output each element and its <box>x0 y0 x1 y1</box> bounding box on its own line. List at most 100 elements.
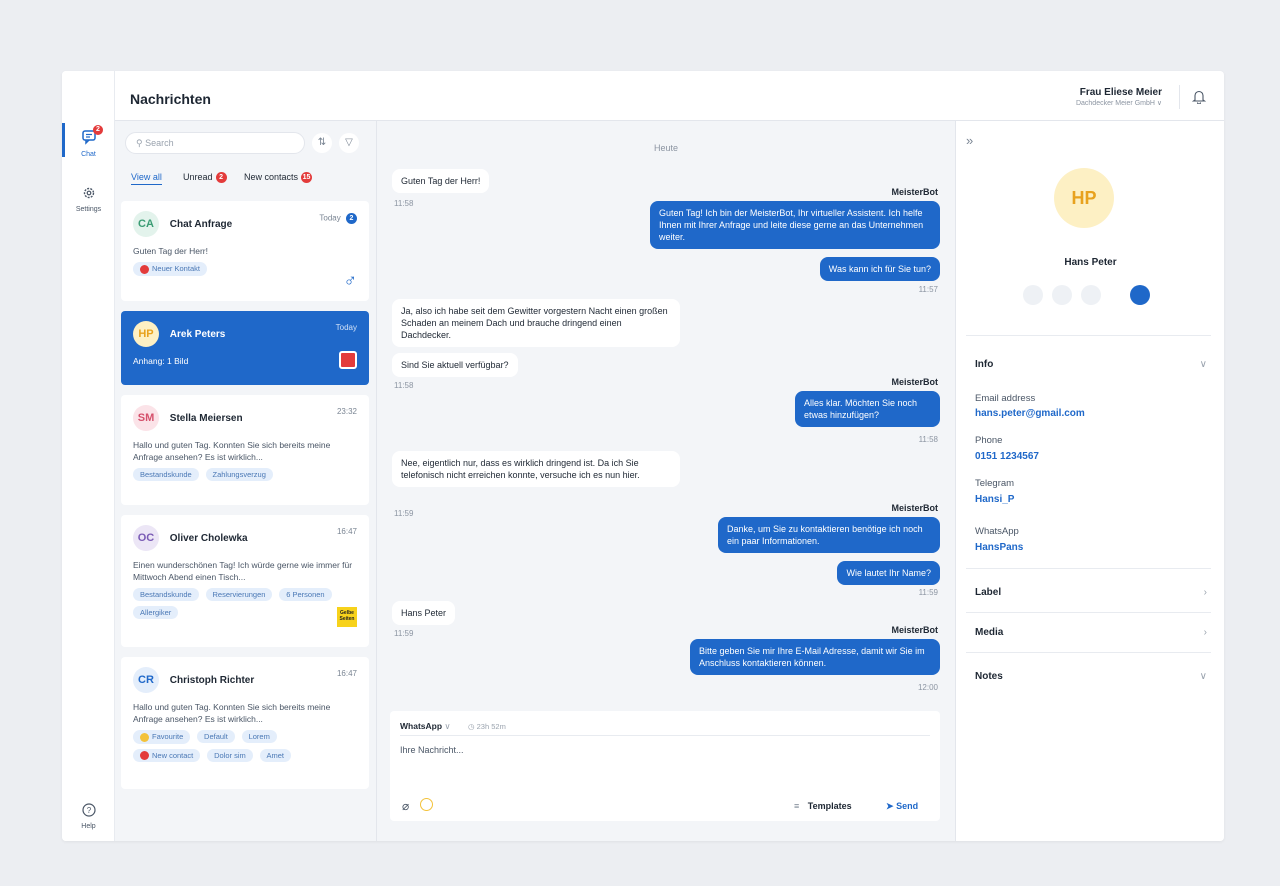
message-time: 11:59 <box>918 588 938 597</box>
contact-panel: » HP Hans Peter Info ∨ Email address hans… <box>955 121 1224 841</box>
page-title: Nachrichten <box>130 91 211 107</box>
attachment-image-icon <box>339 351 357 369</box>
chip: Bestandskunde <box>133 588 199 601</box>
outgoing-message: Bitte geben Sie mir Ihre E-Mail Adresse,… <box>690 639 940 675</box>
svg-text:?: ? <box>86 806 91 815</box>
chip: Zahlungsverzug <box>205 468 273 481</box>
tab-new-contacts-label: New contacts <box>244 172 299 182</box>
chevron-down-icon: ∨ <box>1156 100 1162 107</box>
chat-unread-badge: 2 <box>93 125 103 135</box>
user-company: Dachdecker Meier GmbH <box>1075 100 1155 107</box>
incoming-message: Ja, also ich habe seit dem Gewitter vorg… <box>392 299 680 347</box>
conversation-card[interactable]: SM Stella Meiersen 23:32 Hallo und guten… <box>121 395 369 505</box>
conversation-card[interactable]: CA Chat Anfrage Today 2 Guten Tag der He… <box>121 201 369 301</box>
chevron-down-icon: ∨ <box>444 721 451 731</box>
message-time: 11:58 <box>394 381 414 390</box>
bell-icon[interactable] <box>1191 89 1207 107</box>
message-preview: Guten Tag der Herr! <box>133 246 208 256</box>
chip-row: New contact Dolor sim Amet <box>133 744 357 763</box>
user-menu[interactable]: Frau Eliese Meier Dachdecker Meier GmbH … <box>1012 87 1162 107</box>
conversation-card[interactable]: CR Christoph Richter 16:47 Hallo und gut… <box>121 657 369 789</box>
emoji-icon[interactable] <box>420 798 433 811</box>
send-button[interactable]: ➤ Send <box>886 801 918 812</box>
chip-label: New contact <box>152 750 194 760</box>
divider <box>966 568 1211 569</box>
chevron-right-icon: › <box>1203 627 1207 638</box>
user-company-row: Dachdecker Meier GmbH ∨ <box>1012 99 1162 107</box>
incoming-message: Hans Peter <box>392 601 456 625</box>
email-value[interactable]: hans.peter@gmail.com <box>975 408 1085 419</box>
avatar: SM <box>133 405 159 431</box>
window-timer: ◷ 23h 52m <box>468 722 506 731</box>
send-icon: ➤ <box>886 801 894 811</box>
outgoing-message: Was kann ich für Sie tun? <box>819 257 940 281</box>
section-label[interactable]: Label › <box>975 587 1207 598</box>
star-icon <box>140 732 149 742</box>
section-notes[interactable]: Notes ∨ <box>975 671 1207 682</box>
phone-value[interactable]: 0151 1234567 <box>975 451 1039 462</box>
chip-label: Favourite <box>152 732 184 741</box>
new-contact-icon <box>140 264 149 274</box>
section-media[interactable]: Media › <box>975 627 1207 638</box>
new-contacts-count-badge: 15 <box>301 172 313 184</box>
outgoing-message: Guten Tag! Ich bin der MeisterBot, Ihr v… <box>650 201 940 249</box>
paperclip-icon[interactable]: ⌀ <box>402 799 409 813</box>
templates-button[interactable]: ≡ Templates <box>794 801 852 811</box>
outgoing-message: Wie lautet Ihr Name? <box>837 561 940 585</box>
divider <box>966 335 1211 336</box>
message-preview: Hallo und guten Tag. Konnten Sie sich be… <box>133 440 331 462</box>
nav-settings[interactable]: Settings <box>62 186 115 213</box>
chat-panel: Heute Guten Tag der Herr! 11:58 MeisterB… <box>377 121 955 841</box>
section-notes-title: Notes <box>975 671 1003 682</box>
search-placeholder: Search <box>145 138 174 148</box>
chip: Allergiker <box>133 606 179 619</box>
telegram-value[interactable]: Hansi_P <box>975 494 1014 505</box>
header-vertical-divider <box>1179 85 1180 109</box>
card-time-row: Today 2 <box>319 213 357 224</box>
field-label: WhatsApp <box>975 526 1019 537</box>
nav-chat[interactable]: 2 Chat <box>62 123 115 158</box>
message-time: 11:58 <box>918 435 938 444</box>
contact-avatar: HP <box>1054 168 1114 228</box>
chip: Lorem <box>241 730 277 743</box>
contact-name: Christoph Richter <box>169 674 255 686</box>
message-input[interactable]: Ihre Nachricht... <box>400 745 930 755</box>
channel-select[interactable]: WhatsApp ∨ <box>400 721 451 732</box>
contact-name: Chat Anfrage <box>169 218 233 230</box>
chip: Bestandskunde <box>133 468 199 481</box>
email-action-icon[interactable] <box>1023 285 1043 305</box>
message-preview: Hallo und guten Tag. Konnten Sie sich be… <box>133 702 331 724</box>
card-time: Today <box>319 213 341 223</box>
tab-view-all[interactable]: View all <box>131 172 162 185</box>
outgoing-message: Alles klar. Möchten Sie noch etwas hinzu… <box>795 391 940 427</box>
whatsapp-action-icon[interactable] <box>1130 285 1150 305</box>
telegram-action-icon[interactable] <box>1081 285 1101 305</box>
nav-help-label: Help <box>81 823 96 830</box>
chip-row: Favourite Default Lorem <box>133 725 357 744</box>
conversation-card[interactable]: OC Oliver Cholewka 16:47 Einen wundersch… <box>121 515 369 647</box>
section-info[interactable]: Info ∨ <box>975 359 1207 370</box>
message-time: 11:58 <box>394 199 414 208</box>
brand-logo: Gelbe Seiten <box>337 607 357 627</box>
contact-name: Oliver Cholewka <box>169 532 248 544</box>
collapse-panel-icon[interactable]: » <box>966 133 973 148</box>
channel-label: WhatsApp <box>400 721 443 731</box>
phone-action-icon[interactable] <box>1052 285 1072 305</box>
composer-divider <box>400 735 930 736</box>
chip: Reservierungen <box>205 588 273 601</box>
tab-unread[interactable]: Unread 2 <box>183 172 227 184</box>
tab-new-contacts[interactable]: New contacts 15 <box>244 172 313 184</box>
chip: Dolor sim <box>207 748 253 762</box>
chevron-down-icon: ∨ <box>1199 671 1207 682</box>
divider <box>966 652 1211 653</box>
whatsapp-value[interactable]: HansPans <box>975 542 1023 553</box>
search-input[interactable]: ⚲ Search <box>125 132 305 154</box>
clock-icon: ◷ <box>468 722 475 731</box>
section-info-title: Info <box>975 359 994 370</box>
conversation-card-selected[interactable]: HP Arek Peters Today Anhang: 1 Bild <box>121 311 369 385</box>
sort-icon[interactable]: ⇅ <box>312 133 332 153</box>
incoming-message: Guten Tag der Herr! <box>392 169 490 193</box>
section-label-title: Label <box>975 587 1002 598</box>
filter-icon[interactable]: ▽ <box>339 133 359 153</box>
nav-help[interactable]: ? Help <box>62 803 115 830</box>
